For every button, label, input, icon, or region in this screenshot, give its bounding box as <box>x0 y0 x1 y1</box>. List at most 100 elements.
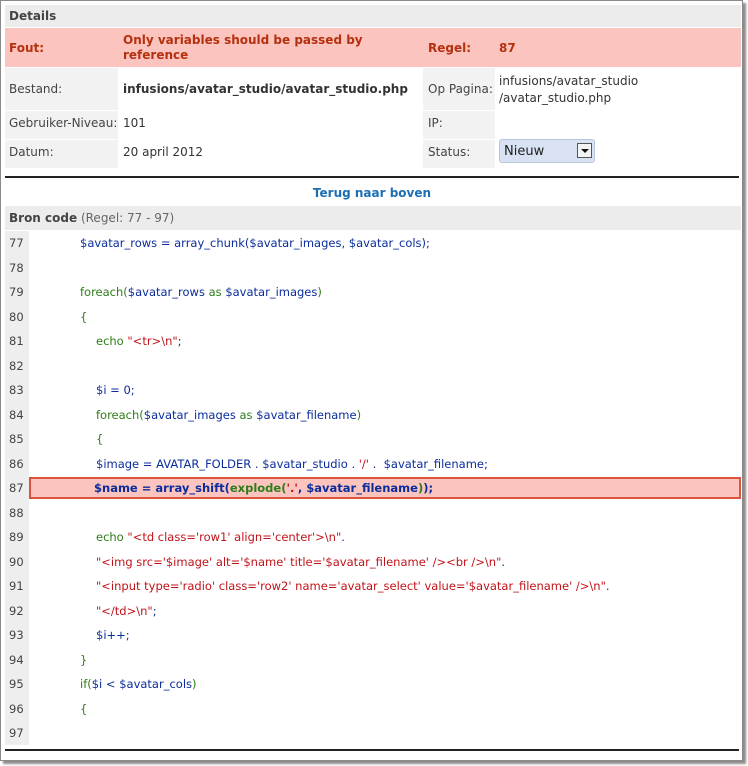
code-line: 77 $avatar_rows = array_chunk($avatar_ima… <box>5 231 741 255</box>
line-number: 84 <box>9 407 24 422</box>
code-line: 95 if($i < $avatar_cols) <box>5 672 741 696</box>
code-line: 82 <box>5 354 741 378</box>
status-select-value: Nieuw <box>504 144 545 159</box>
code-token: . <box>341 530 345 544</box>
code-line: 85 { <box>5 427 741 451</box>
code-token: $avatar_filename <box>256 407 357 422</box>
source-code-block: 77 $avatar_rows = array_chunk($avatar_ima… <box>5 231 741 745</box>
code-line: 93 $i++; <box>5 623 741 647</box>
code-token: $avatar_studio <box>262 456 348 471</box>
line-number: 78 <box>9 260 24 275</box>
code-line: 92 "</td>\n"; <box>5 599 741 623</box>
code-token: "</td>\n" <box>96 603 153 618</box>
code-text: $avatar_rows = array_chunk($avatar_image… <box>80 231 430 255</box>
code-line: 96 { <box>5 697 741 721</box>
status-label-cell: Status: <box>423 140 495 168</box>
back-to-top-link[interactable]: Terug naar boven <box>5 186 739 200</box>
code-token: . <box>368 456 384 471</box>
code-token: foreach( <box>80 285 128 299</box>
line-number: 83 <box>9 383 24 397</box>
code-token: ++; <box>106 628 130 642</box>
code-line: 91 "<input type='radio' class='row2' name… <box>5 574 741 598</box>
code-line: 86 $image = AVATAR_FOLDER . $avatar_studi… <box>5 452 741 476</box>
code-token: $avatar_filename <box>306 481 418 495</box>
code-token: as <box>235 407 257 422</box>
code-token: = AVATAR_FOLDER . <box>139 456 263 471</box>
line-number: 80 <box>9 309 24 324</box>
source-range: (Regel: 77 - 97) <box>80 211 175 225</box>
code-text: foreach($avatar_rows as $avatar_images) <box>80 280 322 304</box>
code-line: 90 "<img src='$image' alt='$name' title='… <box>5 550 741 574</box>
line-number: 93 <box>9 628 24 642</box>
user-level-value: 101 <box>123 116 146 130</box>
code-token: { <box>80 701 88 716</box>
highlighted-code-line: 87 $name = array_shift(explode('.', $avat… <box>5 476 741 500</box>
code-text: } <box>80 648 87 672</box>
code-token: $i <box>96 383 107 397</box>
error-row: Fout: Only variables should be passed by… <box>5 28 741 67</box>
line-number: 90 <box>9 554 24 569</box>
code-text: foreach($avatar_images as $avatar_filena… <box>96 403 361 427</box>
line-number: 85 <box>9 432 24 446</box>
code-line: 89 echo "<td class='row1' align='center'>… <box>5 525 741 549</box>
page-link[interactable]: infusions/avatar_studio /avatar_studio.p… <box>499 73 638 107</box>
code-token: $avatar_rows <box>127 285 205 299</box>
code-token: . <box>347 456 359 471</box>
code-text: "<input type='radio' class='row2' name='… <box>96 574 610 598</box>
code-token: ; <box>152 603 157 618</box>
line-number: 92 <box>9 603 24 618</box>
code-line: 97 <box>5 721 741 745</box>
status-select[interactable]: Nieuw <box>499 139 595 163</box>
code-token: $avatar_images <box>143 407 236 422</box>
code-token: ) <box>356 407 362 422</box>
page-link-line1: infusions/avatar_studio <box>499 74 639 88</box>
line-number: 79 <box>9 285 24 299</box>
code-line: 88 <box>5 501 741 525</box>
code-token: ); <box>423 481 434 495</box>
code-text: if($i < $avatar_cols) <box>80 672 197 696</box>
code-text: { <box>80 697 87 721</box>
error-details-panel: Details Fout: Only variables should be p… <box>0 0 743 761</box>
code-token: . <box>501 554 506 569</box>
code-token: < <box>102 677 120 691</box>
code-token: { <box>96 432 104 446</box>
code-line: 94} <box>5 648 741 672</box>
page-link-line2: /avatar_studio.php <box>499 91 612 105</box>
code-line: 78 <box>5 256 741 280</box>
line-label: Regel: <box>428 41 472 55</box>
date-label-cell: Datum: <box>5 140 118 168</box>
error-label: Fout: <box>9 41 45 55</box>
code-token: . <box>605 579 610 593</box>
code-token: array_chunk( <box>174 236 250 250</box>
code-text: $i++; <box>96 623 130 647</box>
code-token: $avatar_filename <box>383 456 484 471</box>
code-token: as <box>204 285 226 299</box>
code-token: ; <box>177 334 182 348</box>
code-token: $avatar_rows <box>80 236 158 250</box>
code-token: , <box>297 481 307 495</box>
code-token: echo <box>96 334 128 348</box>
user-level-label: Gebruiker-Niveau: <box>9 116 118 130</box>
line-number: 95 <box>9 677 24 691</box>
code-token: , <box>341 236 349 250</box>
code-text: echo "<td class='row1' align='center'>\n… <box>96 525 345 549</box>
code-token: "<td class='row1' align='center'>\n" <box>127 530 342 544</box>
file-value: infusions/avatar_studio/avatar_studio.ph… <box>123 82 408 96</box>
code-token: "<tr>\n" <box>127 334 178 348</box>
source-title: Bron code <box>9 211 78 225</box>
line-value: 87 <box>499 41 516 55</box>
code-token: } <box>80 652 88 667</box>
code-token: $i <box>96 628 107 642</box>
code-token: = 0; <box>106 383 135 397</box>
page-label: Op Pagina: <box>428 82 493 96</box>
code-text: { <box>80 305 87 329</box>
date-label: Datum: <box>9 145 54 159</box>
ip-label: IP: <box>428 116 443 130</box>
chevron-down-icon[interactable] <box>577 143 592 158</box>
code-token: ; <box>483 456 488 471</box>
code-token: ) <box>192 677 197 691</box>
code-token: = array_shift( <box>137 481 230 495</box>
code-token: '/' <box>358 456 369 471</box>
line-number: 77 <box>9 236 24 250</box>
code-token: $image <box>96 456 140 471</box>
